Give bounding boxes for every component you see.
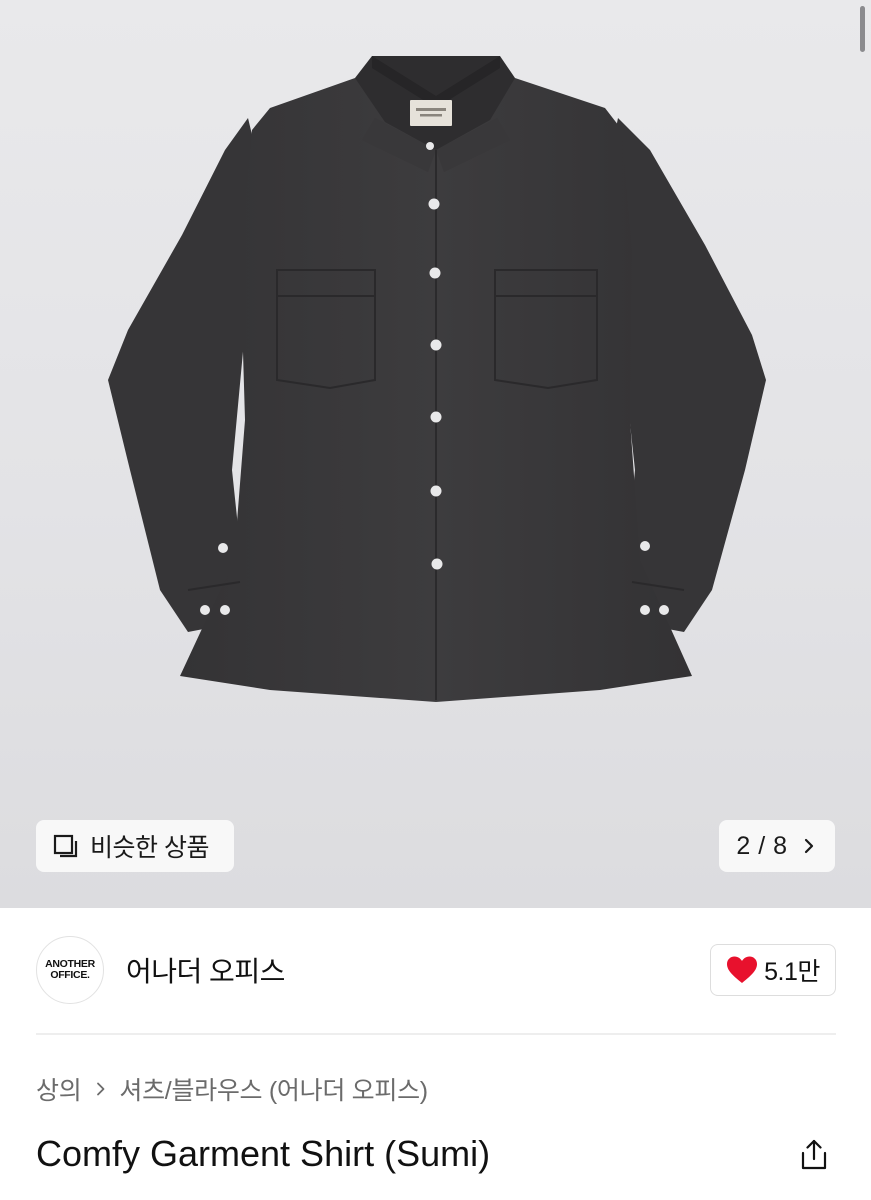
image-pager-button[interactable]: 2 / 8 (719, 820, 835, 872)
product-image (108, 56, 766, 702)
brand-logo[interactable]: ANOTHER OFFICE. (36, 936, 104, 1004)
share-icon (801, 1139, 827, 1170)
similar-products-button[interactable]: 비슷한 상품 (36, 820, 234, 872)
heart-icon (727, 956, 758, 983)
similar-products-icon (53, 834, 78, 858)
breadcrumb-category[interactable]: 상의 (36, 1071, 82, 1107)
product-detail-page: 비슷한 상품 2 / 8 ANOTHER OFFICE. 어나더 오피스 5.1… (0, 0, 871, 1200)
chevron-right-icon (97, 1082, 105, 1096)
product-image-gallery[interactable]: 비슷한 상품 2 / 8 (0, 0, 871, 908)
image-pager-text: 2 / 8 (736, 831, 788, 860)
breadcrumb: 상의 셔츠/블라우스 (어나더 오피스) (36, 1070, 428, 1108)
brand-row: ANOTHER OFFICE. 어나더 오피스 5.1만 (36, 936, 836, 1004)
brand-logo-line2: OFFICE. (50, 969, 90, 981)
breadcrumb-subcategory[interactable]: 셔츠/블라우스 (어나더 오피스) (119, 1071, 428, 1107)
brand-name[interactable]: 어나더 오피스 (126, 950, 285, 990)
scroll-indicator[interactable] (860, 6, 865, 52)
share-button[interactable] (794, 1135, 834, 1175)
divider (36, 1033, 836, 1035)
like-button[interactable]: 5.1만 (710, 944, 836, 996)
product-title: Comfy Garment Shirt (Sumi) (36, 1133, 491, 1174)
like-count: 5.1만 (764, 958, 820, 986)
similar-products-label: 비슷한 상품 (90, 834, 209, 862)
chevron-right-icon (804, 838, 813, 854)
